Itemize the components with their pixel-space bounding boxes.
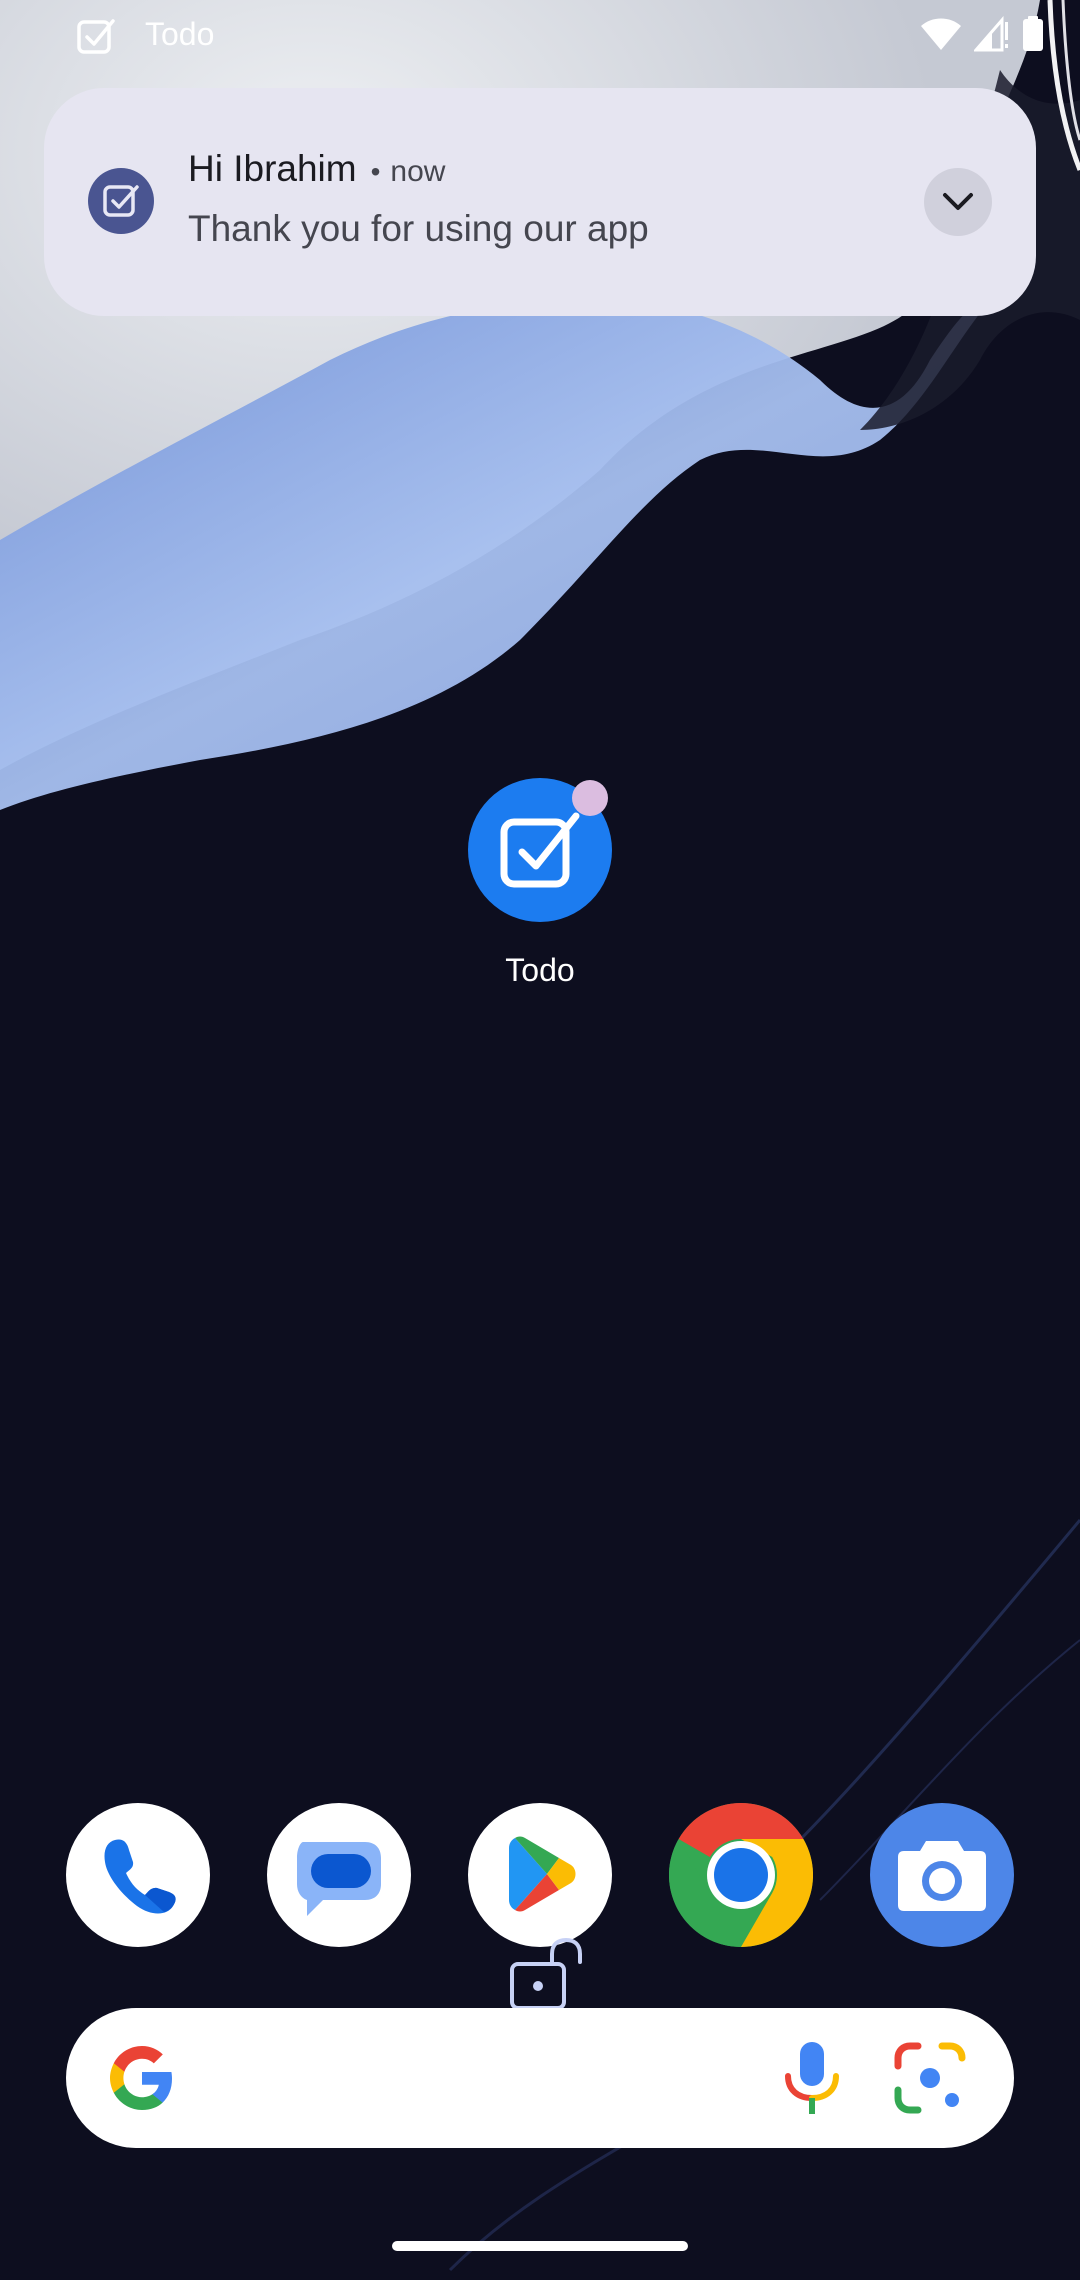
- unlock-icon[interactable]: [508, 1938, 588, 2010]
- checkbox-icon: [103, 185, 139, 217]
- notification-card[interactable]: Hi Ibrahim • now Thank you for using our…: [44, 88, 1036, 316]
- google-lens-icon[interactable]: [892, 2040, 968, 2116]
- battery-icon: [1023, 16, 1043, 51]
- microphone-icon[interactable]: [772, 2038, 852, 2118]
- play-store-icon: [509, 1836, 576, 1912]
- phone-app-icon[interactable]: [66, 1803, 210, 1947]
- google-search-bar[interactable]: [66, 2008, 1014, 2148]
- cellular-signal-icon: [974, 16, 1008, 52]
- chevron-down-icon: [943, 193, 973, 210]
- camera-icon: [898, 1841, 986, 1911]
- todo-checkbox-icon: [500, 812, 580, 888]
- wifi-icon: [921, 18, 961, 50]
- notification-expand-button[interactable]: [924, 168, 992, 236]
- google-g-icon: [110, 2046, 172, 2110]
- notification-app-icon: [88, 168, 154, 234]
- notification-body: Thank you for using our app: [188, 208, 649, 249]
- checkbox-icon: [77, 19, 115, 54]
- messages-icon: [297, 1842, 381, 1916]
- notification-separator: •: [370, 156, 381, 187]
- phone-icon: [104, 1839, 176, 1914]
- chrome-icon: [669, 1803, 813, 1947]
- notification-header: Hi Ibrahim • now: [188, 148, 445, 190]
- status-app-name: Todo: [145, 16, 215, 52]
- gesture-navigation-bar[interactable]: [392, 2241, 688, 2251]
- messages-app-icon[interactable]: [267, 1803, 411, 1947]
- chrome-app-icon[interactable]: [669, 1803, 813, 1947]
- status-icons: [920, 16, 1044, 52]
- todo-app-label: Todo: [505, 952, 575, 988]
- notification-title: Hi Ibrahim: [188, 148, 357, 189]
- notification-badge: [572, 780, 608, 816]
- camera-app-icon[interactable]: [870, 1803, 1014, 1947]
- play-store-app-icon[interactable]: [468, 1803, 612, 1947]
- notification-time: now: [390, 155, 446, 188]
- status-bar: Todo: [0, 0, 1080, 70]
